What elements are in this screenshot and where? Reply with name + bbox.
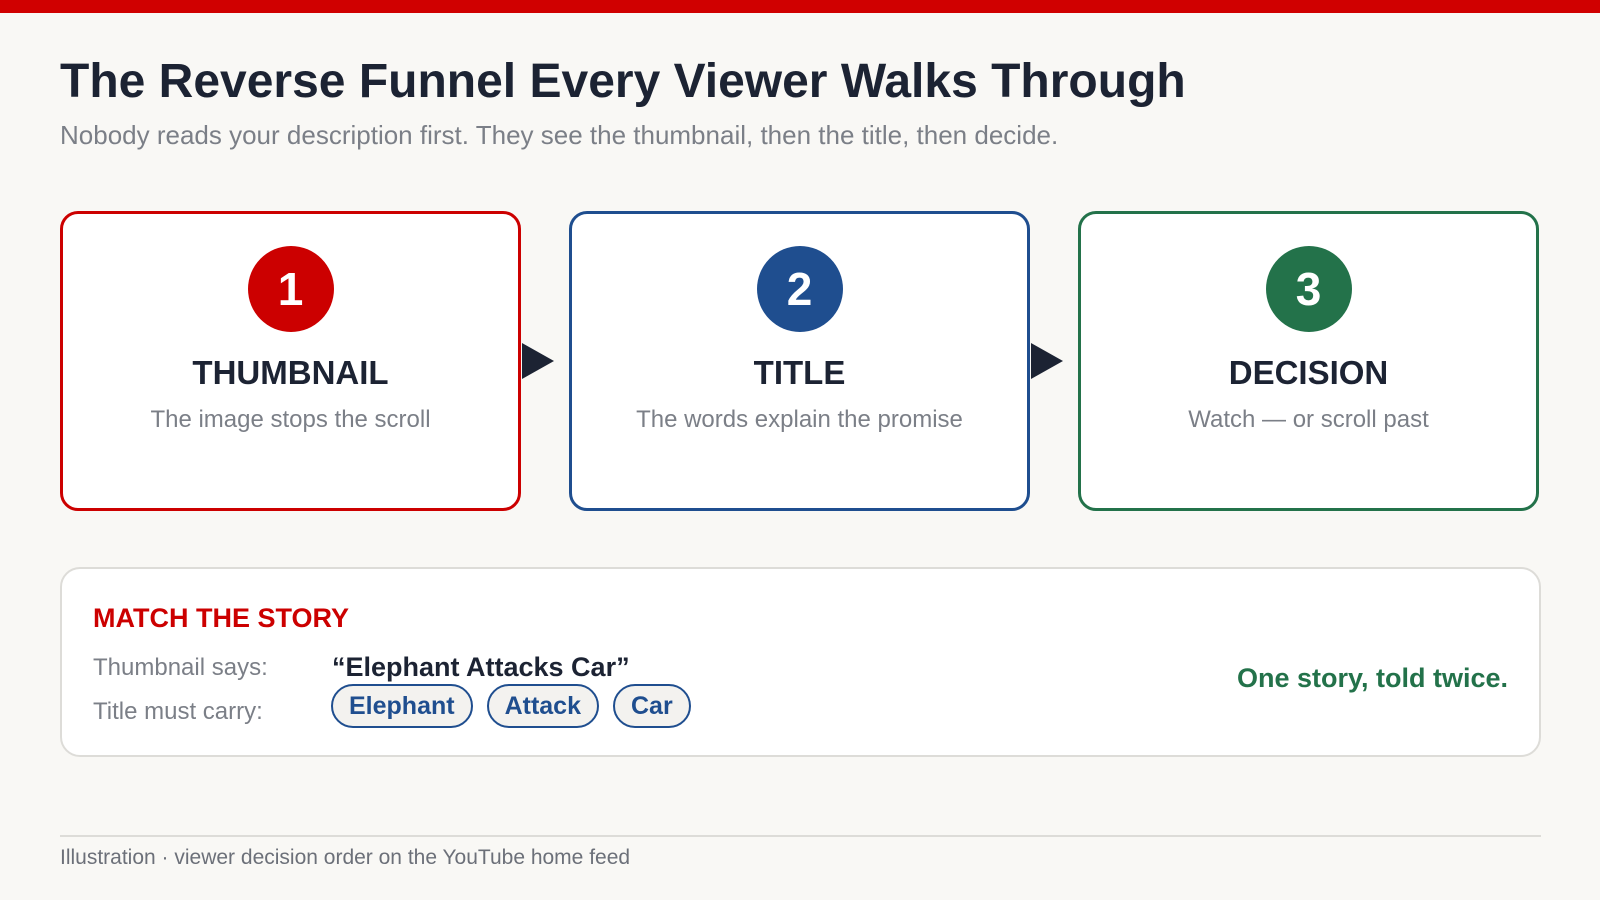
step-card-thumbnail: 1 THUMBNAIL The image stops the scroll: [60, 211, 521, 511]
thumbnail-quote: “Elephant Attacks Car”: [332, 652, 630, 682]
step-card-title: 2 TITLE The words explain the promise: [569, 211, 1030, 511]
arrow-right-icon: [1031, 343, 1063, 379]
match-heading: MATCH THE STORY: [93, 603, 349, 633]
page-subtitle: Nobody reads your description first. The…: [60, 120, 1059, 150]
tagline: One story, told twice.: [1236, 663, 1508, 693]
step-description: The image stops the scroll: [150, 406, 431, 433]
step-description: Watch — or scroll past: [1188, 406, 1429, 433]
step-label: THUMBNAIL: [192, 354, 389, 391]
keyword-chip-list: Elephant Attack Car: [331, 684, 691, 728]
step-card-decision: 3 DECISION Watch — or scroll past: [1078, 211, 1539, 511]
step-description: The words explain the promise: [636, 406, 963, 433]
step-number-badge: 2: [756, 246, 843, 332]
keyword-chip: Attack: [486, 684, 599, 728]
arrow-right-icon: [522, 343, 554, 379]
page-title: The Reverse Funnel Every Viewer Walks Th…: [60, 55, 1186, 108]
keyword-chip: Elephant: [331, 684, 473, 728]
step-label: TITLE: [753, 354, 846, 391]
top-accent-bar: [0, 0, 1600, 13]
step-number-badge: 3: [1265, 246, 1352, 332]
thumbnail-says-label: Thumbnail says:: [93, 654, 268, 681]
footer-divider: [60, 835, 1541, 837]
keyword-chip: Car: [613, 684, 691, 728]
footer-caption: Illustration · viewer decision order on …: [60, 846, 631, 869]
title-must-carry-label: Title must carry:: [93, 698, 263, 725]
step-number-badge: 1: [247, 246, 334, 332]
step-label: DECISION: [1228, 354, 1389, 391]
match-the-story-panel: MATCH THE STORY Thumbnail says: “Elephan…: [60, 567, 1541, 757]
